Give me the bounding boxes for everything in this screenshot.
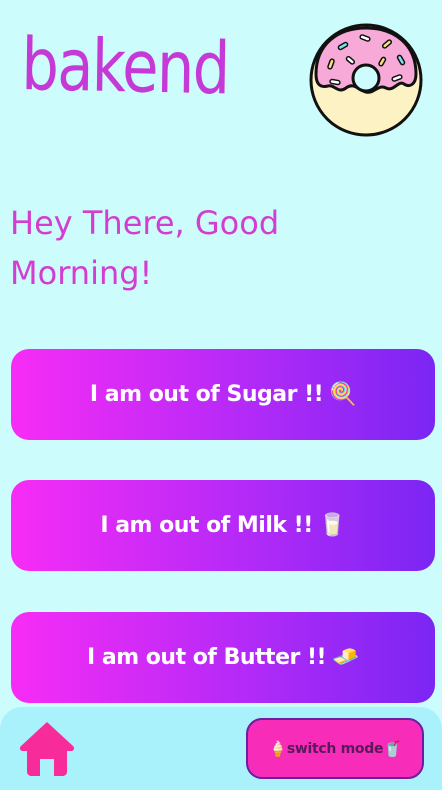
out-of-butter-button[interactable]: I am out of Butter !! 🧈	[11, 612, 435, 703]
switch-mode-label: switch mode	[286, 740, 384, 757]
out-of-milk-label: I am out of Milk !!	[100, 513, 313, 538]
butter-icon: 🧈	[332, 645, 359, 670]
milk-glass-icon: 🥛	[318, 513, 346, 538]
out-of-sugar-button[interactable]: I am out of Sugar !! 🍭	[11, 349, 435, 440]
out-of-butter-label: I am out of Butter !!	[87, 645, 327, 670]
out-of-milk-button[interactable]: I am out of Milk !! 🥛	[11, 480, 435, 571]
home-icon[interactable]	[18, 719, 76, 777]
lollipop-icon: 🍭	[329, 382, 357, 407]
out-of-sugar-label: I am out of Sugar !!	[89, 382, 324, 407]
greeting-heading: Hey There, Good Morning!	[10, 204, 280, 292]
switch-mode-button[interactable]: 🍦 switch mode 🥤	[246, 718, 424, 779]
app-logo: bakend	[20, 22, 230, 111]
soda-cup-icon: 🥤	[383, 739, 402, 758]
ice-cream-icon: 🍦	[268, 739, 287, 758]
donut-icon	[309, 23, 423, 137]
